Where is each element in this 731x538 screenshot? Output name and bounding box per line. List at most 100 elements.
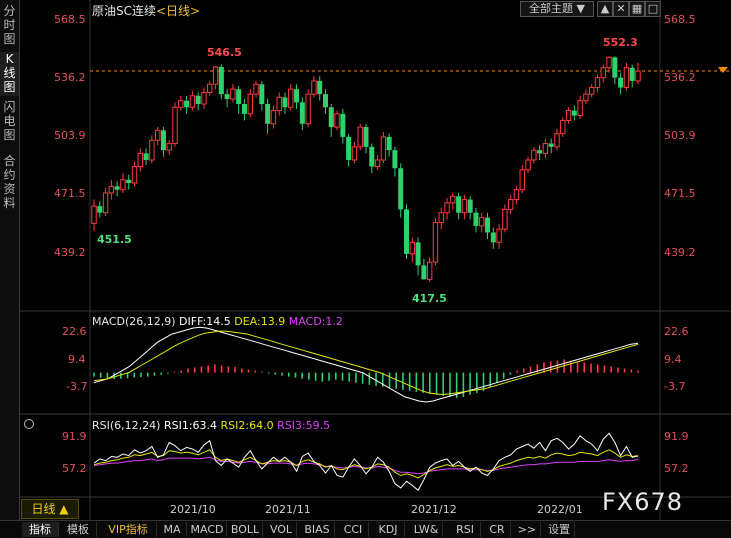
rsi-legend: RSI(6,12,24) RSI1:63.4 RSI2:64.0 RSI3:59… [92, 419, 330, 432]
rsi-label-right-1: 91.9 [664, 430, 689, 443]
macd-dea-line [93, 330, 639, 396]
candle-body [265, 104, 271, 124]
macd-label-right-3: -3.7 [664, 380, 686, 393]
btab-macd[interactable]: MACD [188, 522, 227, 537]
macd-value: MACD:1.2 [288, 315, 343, 328]
candle-body [473, 212, 479, 226]
candle-body [154, 129, 161, 141]
candle-body [178, 100, 184, 108]
candle-body [131, 166, 138, 184]
rsi-label-right-2: 57.2 [664, 462, 689, 475]
btab-vip[interactable]: VIP指标 [100, 522, 157, 537]
candle-body [594, 77, 601, 89]
candle-body [160, 130, 166, 151]
chart-canvas[interactable] [0, 0, 731, 537]
candle-body [531, 149, 537, 161]
candle-body [253, 83, 259, 95]
indicator-bar: 指标 模板 VIP指标 MA MACD BOLL VOL BIAS CCI KD… [0, 520, 731, 538]
candle-body [305, 93, 311, 125]
btab-bias[interactable]: BIAS [300, 522, 335, 537]
btab-vol[interactable]: VOL [266, 522, 297, 537]
high-annotation-1: 546.5 [207, 46, 242, 59]
btab-settings[interactable]: 设置 [544, 522, 575, 537]
candle-body [357, 126, 363, 148]
candle-body [589, 87, 595, 95]
candle-body [519, 169, 525, 191]
candle-body [421, 265, 427, 280]
btab-lw[interactable]: LW& [410, 522, 443, 537]
x-label-4: 2022/01 [537, 503, 583, 516]
candle-body [294, 89, 300, 103]
btab-kdj[interactable]: KDJ [372, 522, 405, 537]
candle-body [346, 136, 352, 160]
price-label-left-4: 471.5 [54, 187, 86, 200]
candle-body [340, 113, 346, 137]
candle-body [236, 89, 242, 104]
candle-body [201, 91, 207, 105]
candle-body [479, 217, 485, 227]
candle-body [247, 93, 253, 115]
period-button[interactable]: 日线 ▲ [21, 499, 79, 519]
candle-body [282, 97, 288, 108]
candle-body [467, 199, 473, 213]
candle-body [392, 150, 398, 169]
candle-body [537, 150, 543, 154]
candle-body [218, 66, 224, 95]
btab-ma[interactable]: MA [158, 522, 187, 537]
candle-body [380, 136, 387, 161]
candle-body [409, 241, 415, 255]
candle-body [560, 119, 566, 135]
candle-body [606, 56, 612, 69]
price-label-right-5: 439.2 [664, 246, 696, 259]
candle-body [404, 209, 410, 254]
candle-body [108, 185, 115, 194]
rsi-label-left-2: 57.2 [62, 462, 87, 475]
btab-cci[interactable]: CCI [338, 522, 369, 537]
candle-body [600, 67, 606, 79]
candle-body [513, 189, 520, 201]
candle-body [207, 83, 213, 93]
candle-body [618, 77, 624, 88]
candle-body [496, 228, 502, 243]
macd-label-left-3: -3.7 [66, 380, 88, 393]
candle-body [450, 195, 456, 204]
candle-body [369, 146, 375, 167]
candle-body [502, 208, 508, 230]
candle-body [629, 67, 635, 81]
btab-boll[interactable]: BOLL [228, 522, 263, 537]
candle-body [259, 84, 265, 104]
price-label-right-3: 503.9 [664, 129, 696, 142]
btab-more[interactable]: >> [514, 522, 541, 537]
btab-rsi[interactable]: RSI [450, 522, 481, 537]
rsi-settings-icon[interactable] [24, 419, 34, 429]
macd-legend: MACD(26,12,9) DIFF:14.5 DEA:13.9 MACD:1.… [92, 315, 343, 328]
macd-legend-name: MACD(26,12,9) [92, 315, 176, 328]
x-label-1: 2021/10 [170, 503, 216, 516]
price-label-left-5: 439.2 [54, 246, 86, 259]
candle-body [322, 94, 328, 108]
candle-body [137, 152, 143, 168]
candle-body [102, 192, 109, 214]
btab-indicators[interactable]: 指标 [22, 522, 59, 537]
candle-body [166, 143, 172, 151]
x-label-3: 2021/12 [411, 503, 457, 516]
candle-body [612, 57, 618, 78]
candle-body [195, 95, 201, 104]
candle-body [317, 80, 323, 95]
low-annotation-2: 417.5 [412, 292, 447, 305]
macd-dea-value: DEA:13.9 [234, 315, 286, 328]
btab-cr[interactable]: CR [484, 522, 511, 537]
candle-body [149, 139, 155, 161]
candle-body [212, 66, 219, 85]
candle-body [432, 222, 439, 263]
candle-body [507, 199, 514, 210]
price-label-left-1: 568.5 [54, 13, 86, 26]
high-annotation-2: 552.3 [603, 36, 638, 49]
candle-body [126, 179, 132, 184]
btab-template[interactable]: 模板 [60, 522, 97, 537]
candle-body [241, 104, 247, 114]
macd-label-right-1: 22.6 [664, 325, 689, 338]
candle-body [288, 88, 294, 108]
candle-body [276, 96, 282, 112]
candle-body [438, 212, 444, 224]
